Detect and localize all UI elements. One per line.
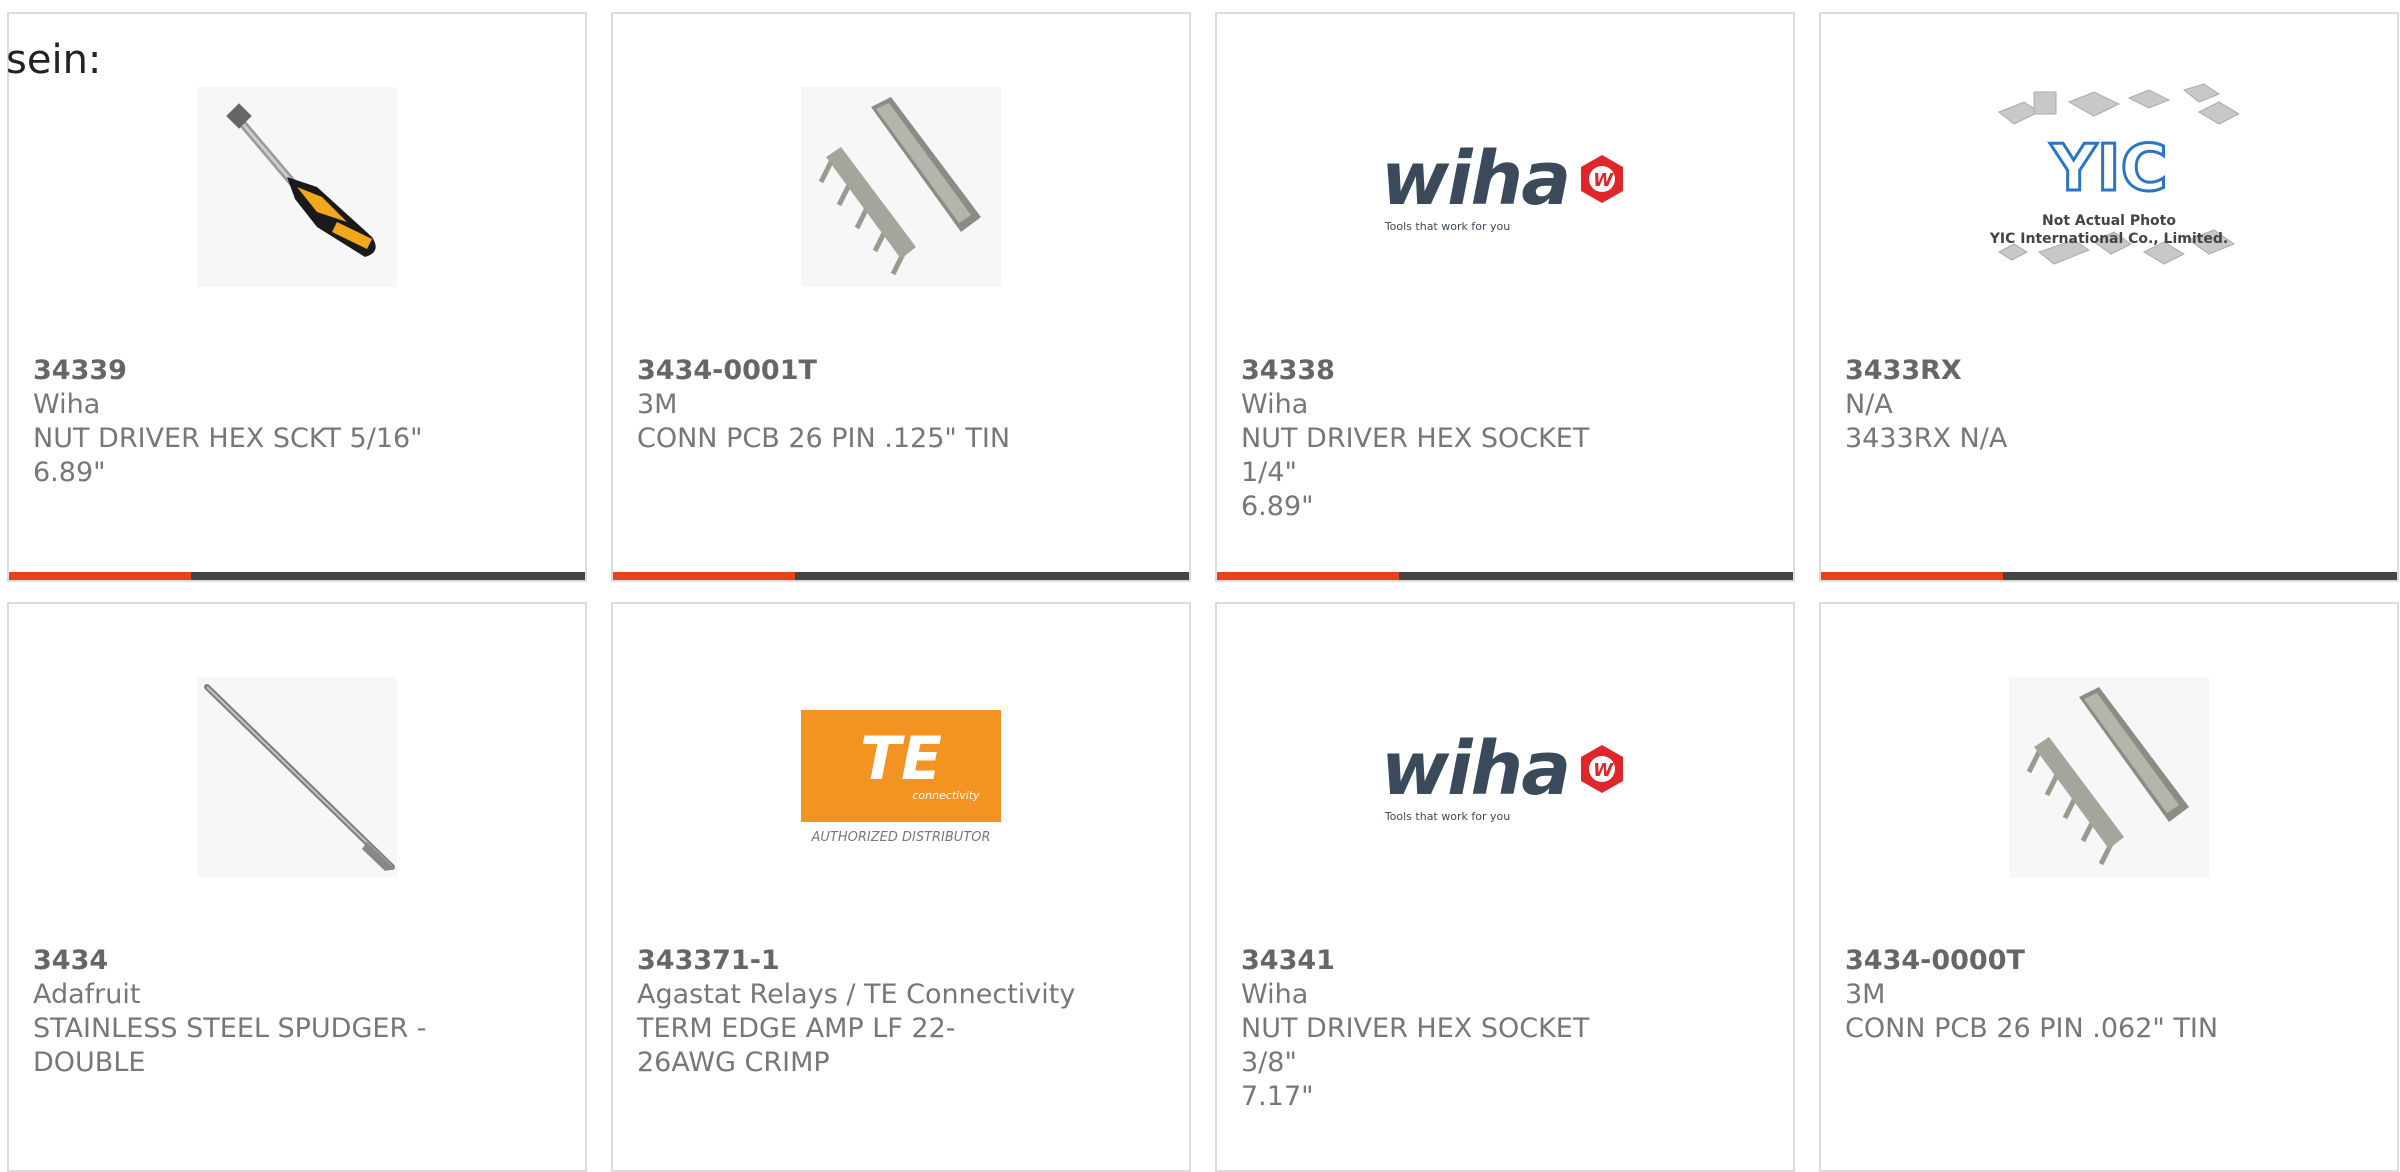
part-number[interactable]: 34339 [33, 354, 561, 388]
product-image [9, 672, 585, 882]
product-image: wiha W Tools that work for you [1217, 82, 1793, 292]
description: NUT DRIVER HEX SOCKET 3/8" [1241, 1013, 1590, 1078]
product-image: YIC Not Actual Photo YIC International C… [1821, 82, 2397, 292]
product-card[interactable]: 3434-0001T 3M CONN PCB 26 PIN .125" TIN [611, 12, 1191, 582]
nut-driver-icon [197, 87, 397, 287]
product-info: 343371-1 Agastat Relays / TE Connectivit… [637, 944, 1165, 1080]
product-image [613, 82, 1189, 292]
extra-detail: 7.17" [1241, 1081, 1314, 1112]
product-grid: 34339 Wiha NUT DRIVER HEX SCKT 5/16" 6.8… [7, 12, 2399, 1172]
chip-packages-icon: YIC [1997, 83, 2239, 265]
svg-text:W: W [1593, 760, 1614, 781]
wiha-emblem-icon: W [1581, 744, 1624, 793]
product-image [1821, 672, 2397, 882]
product-card[interactable]: YIC Not Actual Photo YIC International C… [1819, 12, 2399, 582]
product-card[interactable]: 34339 Wiha NUT DRIVER HEX SCKT 5/16" 6.8… [7, 12, 587, 582]
product-card[interactable]: TE connectivity AUTHORIZED DISTRIBUTOR 3… [611, 602, 1191, 1172]
card-bar [613, 572, 1189, 580]
wiha-tagline: Tools that work for you [1384, 219, 1511, 233]
product-info: 3434-0000T 3M CONN PCB 26 PIN .062" TIN [1845, 944, 2373, 1046]
product-card[interactable]: wiha W Tools that work for you 34341 Wih… [1215, 602, 1795, 1172]
wiha-logo-word: wiha [1380, 135, 1571, 222]
te-caption: AUTHORIZED DISTRIBUTOR [811, 829, 991, 845]
manufacturer: N/A [1845, 389, 1893, 420]
extra-detail: 6.89" [33, 457, 106, 488]
part-number[interactable]: 3433RX [1845, 354, 2373, 388]
card-bar-accent [1821, 572, 2003, 580]
product-image [9, 82, 585, 292]
manufacturer: Wiha [1241, 979, 1309, 1010]
te-logo-sub: connectivity [912, 789, 980, 802]
wiha-emblem-icon: W [1581, 154, 1624, 203]
description: 3433RX N/A [1845, 423, 2008, 454]
yic-caption-line1: Not Actual Photo [2042, 213, 2176, 229]
wiha-logo: wiha W Tools that work for you [1381, 732, 1629, 823]
manufacturer: Agastat Relays / TE Connectivity [637, 979, 1076, 1010]
part-number[interactable]: 34338 [1241, 354, 1769, 388]
intro-text: sein: [6, 37, 102, 83]
part-number[interactable]: 343371-1 [637, 944, 1165, 978]
part-number[interactable]: 3434 [33, 944, 561, 978]
product-card[interactable]: 3434-0000T 3M CONN PCB 26 PIN .062" TIN [1819, 602, 2399, 1172]
product-info: 3434 Adafruit STAINLESS STEEL SPUDGER - … [33, 944, 561, 1080]
wiha-logo: wiha W Tools that work for you [1381, 142, 1629, 233]
svg-text:YIC: YIC [2049, 132, 2167, 206]
wiha-logo-word: wiha [1380, 725, 1571, 812]
part-number[interactable]: 3434-0000T [1845, 944, 2373, 978]
pcb-connector-icon [2009, 677, 2209, 877]
svg-text:W: W [1593, 170, 1614, 191]
description: CONN PCB 26 PIN .062" TIN [1845, 1013, 2219, 1044]
card-bar [1821, 572, 2397, 580]
description: NUT DRIVER HEX SCKT 5/16" [33, 423, 423, 454]
spudger-icon [197, 677, 397, 877]
manufacturer: 3M [1845, 979, 1886, 1010]
card-bar-accent [1217, 572, 1399, 580]
wiha-tagline: Tools that work for you [1384, 809, 1511, 823]
te-logo-word: TE [860, 724, 942, 794]
description: NUT DRIVER HEX SOCKET 1/4" [1241, 423, 1590, 488]
product-image: wiha W Tools that work for you [1217, 672, 1793, 882]
description: CONN PCB 26 PIN .125" TIN [637, 423, 1011, 454]
te-logo: TE connectivity AUTHORIZED DISTRIBUTOR [801, 709, 1001, 845]
yic-caption-line2: YIC International Co., Limited. [1989, 231, 2229, 247]
product-card[interactable]: 3434 Adafruit STAINLESS STEEL SPUDGER - … [7, 602, 587, 1172]
part-number[interactable]: 34341 [1241, 944, 1769, 978]
card-bar-accent [9, 572, 191, 580]
card-bar-accent [613, 572, 795, 580]
product-image: TE connectivity AUTHORIZED DISTRIBUTOR [613, 672, 1189, 882]
description: TERM EDGE AMP LF 22-26AWG CRIMP [637, 1013, 956, 1078]
manufacturer: 3M [637, 389, 678, 420]
yic-placeholder-image: YIC Not Actual Photo YIC International C… [1979, 72, 2239, 302]
product-card[interactable]: wiha W Tools that work for you 34338 Wih… [1215, 12, 1795, 582]
pcb-connector-icon [801, 87, 1001, 287]
card-bar [9, 572, 585, 580]
manufacturer: Wiha [33, 389, 101, 420]
product-info: 34338 Wiha NUT DRIVER HEX SOCKET 1/4" 6.… [1241, 354, 1769, 524]
part-number[interactable]: 3434-0001T [637, 354, 1165, 388]
product-info: 34341 Wiha NUT DRIVER HEX SOCKET 3/8" 7.… [1241, 944, 1769, 1114]
card-bar [1217, 572, 1793, 580]
manufacturer: Wiha [1241, 389, 1309, 420]
product-info: 3433RX N/A 3433RX N/A [1845, 354, 2373, 456]
product-info: 3434-0001T 3M CONN PCB 26 PIN .125" TIN [637, 354, 1165, 456]
manufacturer: Adafruit [33, 979, 141, 1010]
product-info: 34339 Wiha NUT DRIVER HEX SCKT 5/16" 6.8… [33, 354, 561, 490]
extra-detail: 6.89" [1241, 491, 1314, 522]
description: STAINLESS STEEL SPUDGER - DOUBLE [33, 1013, 427, 1078]
